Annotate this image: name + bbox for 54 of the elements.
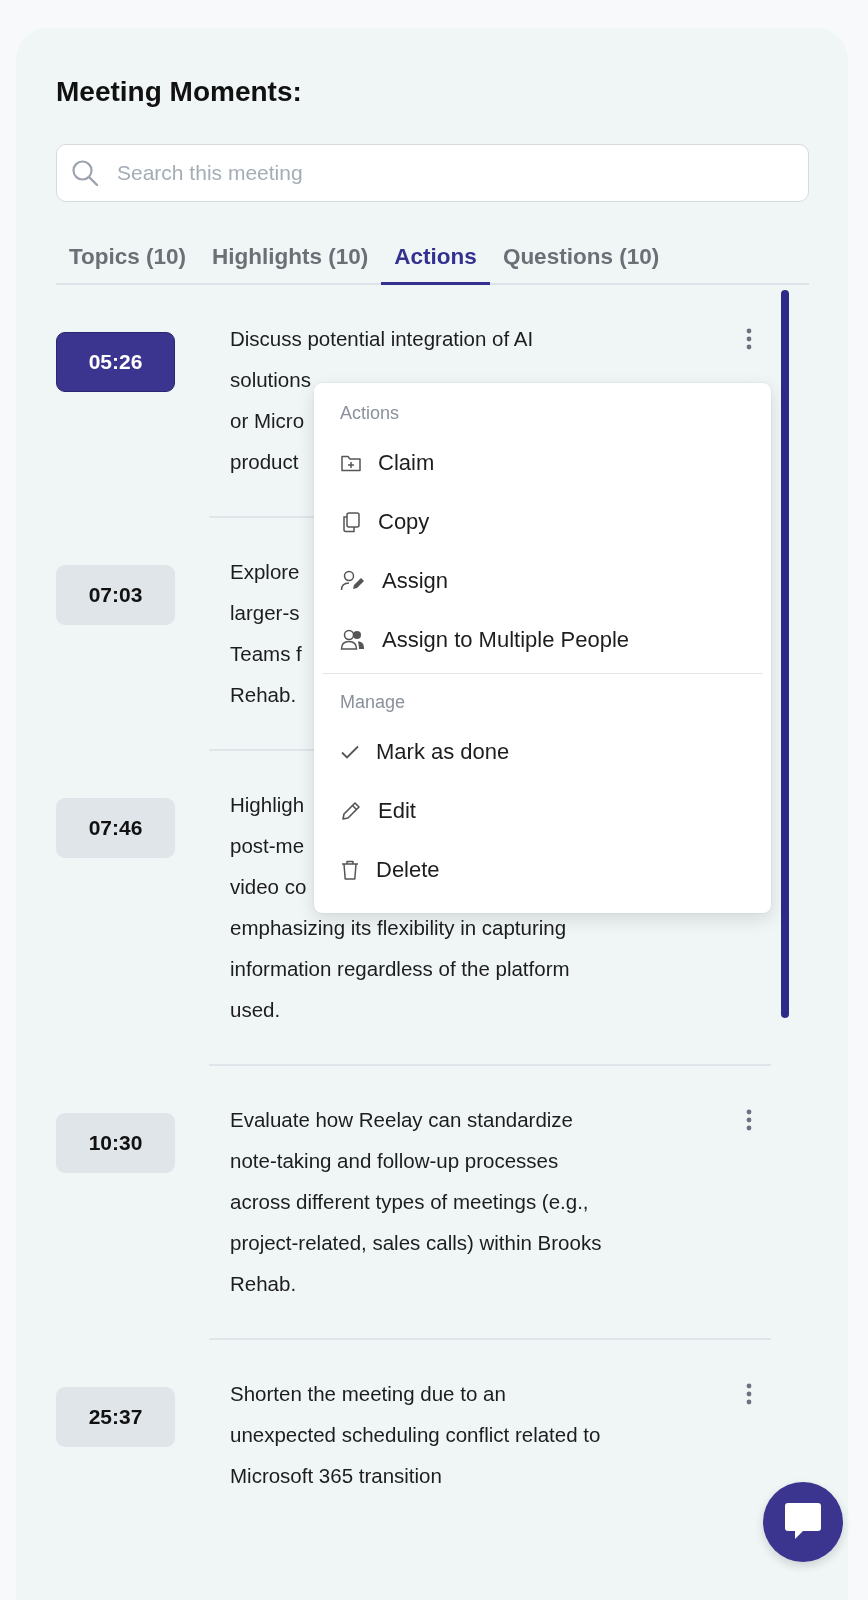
timestamp-button[interactable]: 05:26 [56,332,175,392]
tab[interactable]: Topics (10) [56,238,200,285]
text-line: Highligh [230,792,305,818]
text-line: Rehab. [230,682,297,708]
scrollbar[interactable] [781,290,789,1018]
more-icon[interactable] [746,328,752,350]
text-line: emphasizing its flexibility in capturing [230,915,567,941]
text-line: product [230,449,299,475]
text-line: solutions [230,367,311,393]
timestamp-button[interactable]: 25:37 [56,1387,175,1447]
text-line: used. [230,997,281,1023]
text-line: video co [230,874,307,900]
trash-icon [340,858,360,881]
menu-item[interactable]: Mark as done [322,722,763,781]
tab[interactable]: Actions [381,238,490,285]
panel-title: Meeting Moments: [56,75,303,109]
chat-button[interactable] [763,1482,843,1562]
timestamp-button[interactable]: 07:03 [56,565,175,625]
check-icon [340,743,360,760]
text-line: larger-s [230,600,300,626]
tab[interactable]: Highlights (10) [199,238,382,285]
text-line: Shorten the meeting due to an [230,1381,506,1407]
search-field[interactable]: Search this meeting [56,144,809,202]
menu-item[interactable]: Edit [322,781,763,840]
menu-item[interactable]: Delete [322,840,763,899]
text-line: Discuss potential integration of AI [230,326,534,352]
text-line: Explore [230,559,300,585]
text-line: unexpected scheduling conflict related to [230,1422,601,1448]
search-icon [71,159,99,187]
menu-item[interactable]: Copy [322,492,763,551]
text-line: project-related, sales calls) within Brooks [230,1230,602,1256]
text-line: note-taking and follow-up processes [230,1148,559,1174]
more-icon[interactable] [746,1383,752,1405]
user-edit-icon [340,569,366,592]
users-icon [340,628,366,651]
menu-heading: Manage [339,691,407,714]
text-line: Rehab. [230,1271,297,1297]
text-line: information regardless of the platform [230,956,570,982]
text-line: post-me [230,833,305,859]
text-line: across different types of meetings (e.g., [230,1189,589,1215]
menu-item[interactable]: Assign [322,551,763,610]
text-line: or Micro [230,408,305,434]
timestamp-button[interactable]: 10:30 [56,1113,175,1173]
text-line: Evaluate how Reelay can standardize [230,1107,573,1133]
tab[interactable]: Questions (10) [489,238,673,285]
copy-icon [340,510,362,533]
text-line: Teams f [230,641,302,667]
text-line: Microsoft 365 transition [230,1463,442,1489]
menu-item[interactable]: Assign to Multiple People [322,610,763,669]
pencil-icon [340,799,362,822]
menu-item[interactable]: Claim [322,433,763,492]
timestamp-button[interactable]: 07:46 [56,798,175,858]
more-icon[interactable] [746,1109,752,1131]
menu-heading: Actions [339,402,401,425]
